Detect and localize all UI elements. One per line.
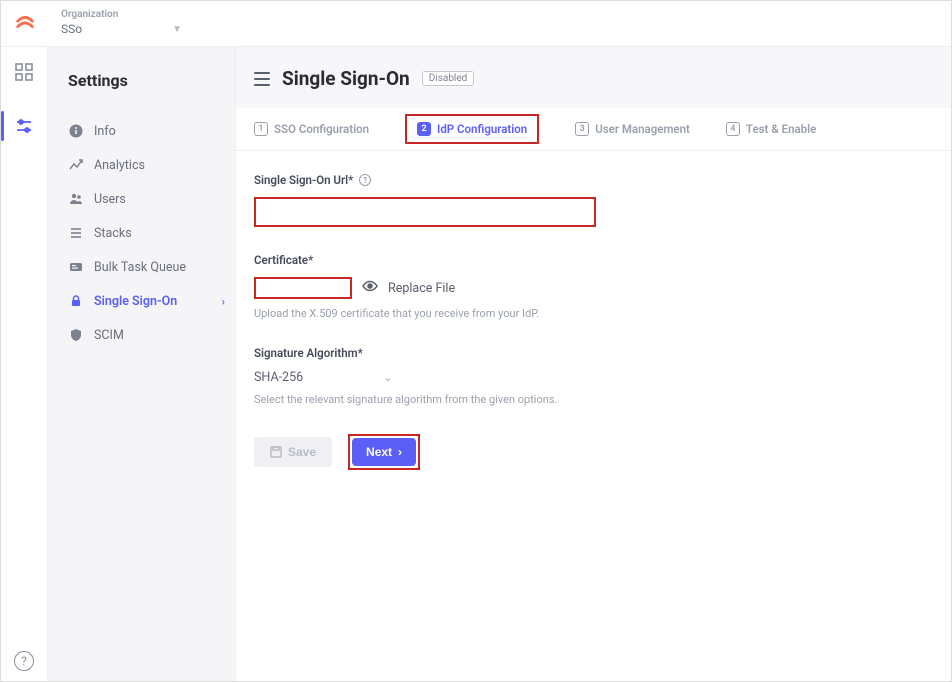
- select-value: SHA-256: [254, 370, 303, 385]
- icon-rail: ?: [1, 47, 47, 681]
- form-area: Single Sign-On Url* ? Certificate* Repla…: [236, 151, 951, 492]
- org-value: SSo: [61, 22, 82, 36]
- chevron-right-icon: ›: [222, 295, 225, 308]
- save-label: Save: [288, 445, 316, 459]
- step-number: 1: [254, 122, 268, 136]
- dashboard-icon[interactable]: [13, 61, 35, 83]
- sidebar-item-label: Info: [94, 124, 116, 139]
- caret-down-icon: ▼: [172, 24, 182, 35]
- algorithm-hint: Select the relevant signature algorithm …: [254, 393, 933, 406]
- field-signature-algorithm: Signature Algorithm* SHA-256 ⌄ Select th…: [254, 346, 933, 406]
- analytics-icon: [68, 157, 84, 173]
- menu-icon[interactable]: [254, 72, 270, 86]
- step-number: 3: [575, 122, 589, 136]
- sidebar-item-label: Users: [94, 192, 126, 207]
- chevron-down-icon: ⌄: [383, 371, 392, 384]
- sidebar-item-label: Bulk Task Queue: [94, 260, 186, 275]
- eye-icon[interactable]: [362, 278, 378, 298]
- org-label: Organization: [61, 9, 182, 20]
- step-tabs: 1 SSO Configuration 2 IdP Configuration …: [236, 108, 951, 151]
- sidebar-item-bulk-task-queue[interactable]: Bulk Task Queue: [68, 250, 225, 284]
- field-certificate: Certificate* Replace File Upload the X.5…: [254, 253, 933, 320]
- sidebar-item-label: Single Sign-On: [94, 294, 177, 309]
- info-icon: [68, 123, 84, 139]
- org-selector[interactable]: Organization SSo ▼: [61, 9, 182, 36]
- step-idp-configuration[interactable]: 2 IdP Configuration: [405, 114, 539, 144]
- sidebar-item-stacks[interactable]: Stacks: [68, 216, 225, 250]
- users-icon: [68, 191, 84, 207]
- signature-algorithm-select[interactable]: SHA-256 ⌄: [254, 370, 933, 385]
- next-button[interactable]: Next ›: [352, 438, 416, 466]
- step-test-enable[interactable]: 4 Test & Enable: [726, 122, 816, 136]
- field-sso-url: Single Sign-On Url* ?: [254, 173, 933, 227]
- step-number: 4: [726, 122, 740, 136]
- sidebar-item-info[interactable]: Info: [68, 114, 225, 148]
- app-logo: [13, 11, 37, 35]
- shield-icon: [68, 327, 84, 343]
- certificate-file-box[interactable]: [254, 277, 352, 299]
- step-label: IdP Configuration: [437, 122, 527, 136]
- sidebar-item-single-sign-on[interactable]: Single Sign-On ›: [68, 284, 225, 318]
- sidebar-title: Settings: [68, 71, 225, 90]
- step-label: User Management: [595, 122, 690, 136]
- next-label: Next: [366, 445, 392, 459]
- sidebar-item-users[interactable]: Users: [68, 182, 225, 216]
- sidebar-item-label: Analytics: [94, 158, 145, 173]
- settings-sliders-icon[interactable]: [13, 115, 35, 137]
- queue-icon: [68, 259, 84, 275]
- certificate-hint: Upload the X.509 certificate that you re…: [254, 307, 933, 320]
- main-content: Single Sign-On Disabled 1 SSO Configurat…: [235, 47, 951, 681]
- sidebar-item-scim[interactable]: SCIM: [68, 318, 225, 352]
- help-icon[interactable]: ?: [14, 651, 34, 671]
- page-title: Single Sign-On: [282, 67, 410, 90]
- step-user-management[interactable]: 3 User Management: [575, 122, 690, 136]
- save-button: Save: [254, 437, 332, 467]
- step-label: SSO Configuration: [274, 122, 369, 136]
- sidebar-item-label: SCIM: [94, 328, 124, 343]
- sidebar-item-analytics[interactable]: Analytics: [68, 148, 225, 182]
- field-label: Certificate*: [254, 253, 313, 267]
- settings-sidebar: Settings Info Analytics Users Stacks: [47, 47, 235, 681]
- field-label: Signature Algorithm*: [254, 346, 363, 360]
- help-icon[interactable]: ?: [359, 174, 371, 186]
- page-header: Single Sign-On Disabled: [236, 47, 951, 108]
- step-number: 2: [417, 122, 431, 136]
- top-bar: Organization SSo ▼: [1, 1, 951, 47]
- stacks-icon: [68, 225, 84, 241]
- chevron-right-icon: ›: [398, 445, 402, 459]
- step-label: Test & Enable: [746, 122, 816, 136]
- button-row: Save Next ›: [254, 434, 933, 470]
- field-label: Single Sign-On Url*: [254, 173, 353, 187]
- sso-url-input[interactable]: [254, 197, 596, 227]
- status-badge: Disabled: [422, 71, 475, 86]
- lock-icon: [68, 293, 84, 309]
- replace-file-link[interactable]: Replace File: [388, 281, 455, 296]
- step-sso-configuration[interactable]: 1 SSO Configuration: [254, 122, 369, 136]
- sidebar-item-label: Stacks: [94, 226, 132, 241]
